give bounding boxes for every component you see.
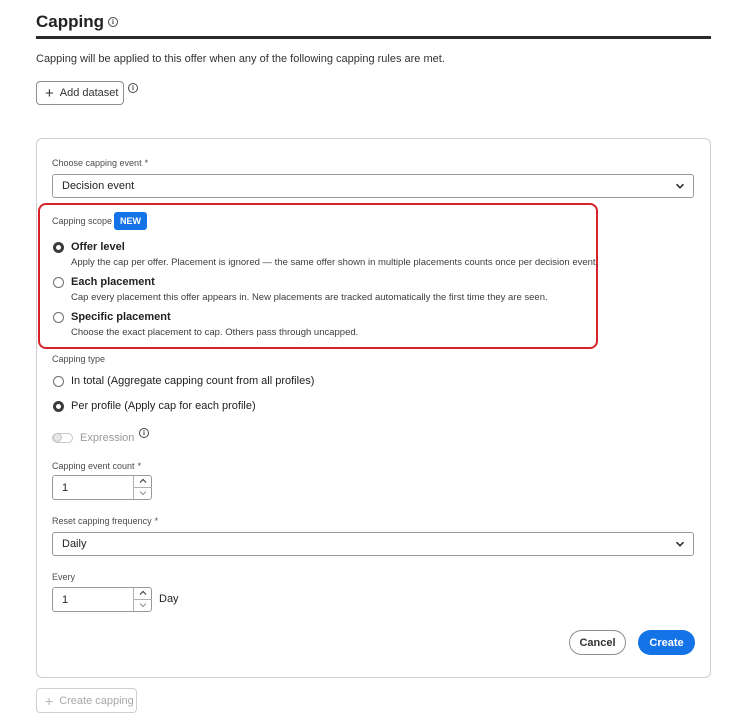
event-count-input[interactable]: 1: [52, 475, 152, 500]
chevron-up-icon: [139, 478, 147, 484]
scope-specific-placement-radio[interactable]: [53, 312, 64, 323]
increment-button[interactable]: [134, 476, 152, 488]
scope-offer-level-label: Offer level: [71, 241, 125, 253]
chevron-down-icon: [675, 541, 685, 547]
type-in-total-label: In total (Aggregate capping count from a…: [71, 375, 315, 387]
event-count-label: Capping event count *: [52, 461, 142, 471]
every-value: 1: [62, 594, 69, 606]
scope-each-placement-radio[interactable]: [53, 277, 64, 288]
create-capping-button[interactable]: + Create capping: [36, 688, 137, 713]
new-badge: NEW: [114, 212, 147, 230]
scope-specific-placement-label: Specific placement: [71, 311, 171, 323]
reset-frequency-select[interactable]: Daily: [52, 532, 694, 556]
capping-scope-label: Capping scope: [52, 216, 113, 226]
info-icon[interactable]: i: [108, 17, 118, 27]
cancel-button[interactable]: Cancel: [569, 630, 626, 655]
type-in-total-radio[interactable]: [53, 376, 64, 387]
create-capping-label: Create capping: [59, 694, 134, 707]
scope-each-placement-description: Cap every placement this offer appears i…: [71, 292, 548, 303]
every-stepper: [133, 588, 152, 612]
add-dataset-button[interactable]: + Add dataset: [36, 81, 124, 105]
event-count-value: 1: [62, 482, 69, 494]
increment-button[interactable]: [134, 588, 152, 600]
every-label: Every: [52, 572, 76, 582]
reset-frequency-value: Daily: [62, 538, 87, 550]
every-input[interactable]: 1: [52, 587, 152, 612]
expression-label: Expression: [80, 432, 135, 444]
event-count-stepper: [133, 476, 152, 500]
plus-icon: +: [45, 692, 54, 709]
capping-type-label: Capping type: [52, 354, 106, 364]
scope-offer-level-description: Apply the cap per offer. Placement is ig…: [71, 257, 599, 268]
capping-event-value: Decision event: [62, 180, 135, 192]
intro-text: Capping will be applied to this offer wh…: [36, 53, 445, 65]
required-mark: *: [137, 461, 142, 471]
capping-event-label: Choose capping event *: [52, 158, 149, 168]
scope-each-placement-label: Each placement: [71, 276, 155, 288]
chevron-down-icon: [675, 183, 685, 189]
required-mark: *: [144, 158, 149, 168]
header-divider: [36, 36, 711, 39]
section-header: Capping i: [36, 12, 118, 32]
reset-frequency-label: Reset capping frequency *: [52, 516, 159, 526]
chevron-down-icon: [139, 491, 147, 496]
create-button[interactable]: Create: [638, 630, 695, 655]
plus-icon: +: [45, 84, 54, 102]
add-dataset-label: Add dataset: [59, 87, 119, 99]
decrement-button[interactable]: [134, 488, 152, 500]
chevron-up-icon: [139, 590, 147, 596]
page-title: Capping: [36, 12, 104, 31]
info-icon[interactable]: i: [139, 428, 149, 438]
scope-specific-placement-description: Choose the exact placement to cap. Other…: [71, 327, 359, 338]
info-icon[interactable]: i: [128, 83, 138, 93]
type-per-profile-radio[interactable]: [53, 401, 64, 412]
expression-toggle[interactable]: [52, 433, 73, 443]
every-unit: Day: [159, 593, 179, 605]
capping-event-select[interactable]: Decision event: [52, 174, 694, 198]
scope-offer-level-radio[interactable]: [53, 242, 64, 253]
type-per-profile-label: Per profile (Apply cap for each profile): [71, 400, 256, 412]
required-mark: *: [154, 516, 159, 526]
decrement-button[interactable]: [134, 600, 152, 612]
chevron-down-icon: [139, 603, 147, 608]
toggle-knob: [53, 433, 62, 442]
